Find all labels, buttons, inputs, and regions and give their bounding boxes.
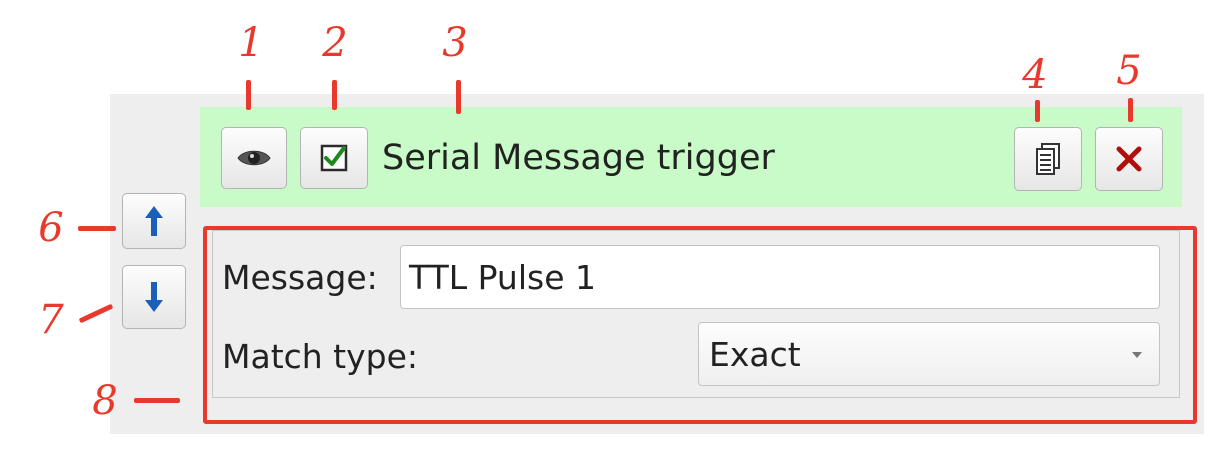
- arrow-up-icon: [145, 206, 163, 236]
- annotation-2: 2: [322, 20, 348, 66]
- annotation-8-line: [134, 398, 180, 403]
- annotation-6: 6: [38, 205, 64, 251]
- annotation-3: 3: [442, 20, 468, 66]
- arrow-down-icon: [145, 282, 163, 312]
- annotation-4-line: [1035, 100, 1040, 122]
- annotation-4: 4: [1022, 52, 1048, 98]
- eye-icon: [237, 150, 271, 166]
- move-up-button[interactable]: [122, 193, 186, 249]
- copy-icon: [1036, 143, 1060, 175]
- annotation-2-line: [332, 80, 337, 110]
- duplicate-button[interactable]: [1014, 127, 1082, 191]
- checkbox-checked-icon: [320, 144, 348, 172]
- annotation-box-settings: [203, 226, 1197, 424]
- trigger-title: Serial Message trigger: [382, 138, 775, 178]
- annotation-6-line: [78, 226, 116, 231]
- annotation-7-line: [78, 303, 114, 324]
- move-down-button[interactable]: [122, 265, 186, 329]
- visibility-toggle-button[interactable]: [221, 127, 287, 189]
- annotation-3-line: [456, 80, 461, 114]
- delete-button[interactable]: [1095, 127, 1163, 191]
- annotation-5: 5: [1116, 48, 1142, 94]
- annotation-7: 7: [38, 297, 64, 343]
- enable-toggle-button[interactable]: [300, 127, 368, 189]
- annotation-8: 8: [92, 378, 118, 424]
- annotation-5-line: [1128, 98, 1133, 122]
- close-icon: [1116, 146, 1142, 172]
- annotation-1: 1: [238, 20, 264, 66]
- annotation-1-line: [246, 80, 251, 110]
